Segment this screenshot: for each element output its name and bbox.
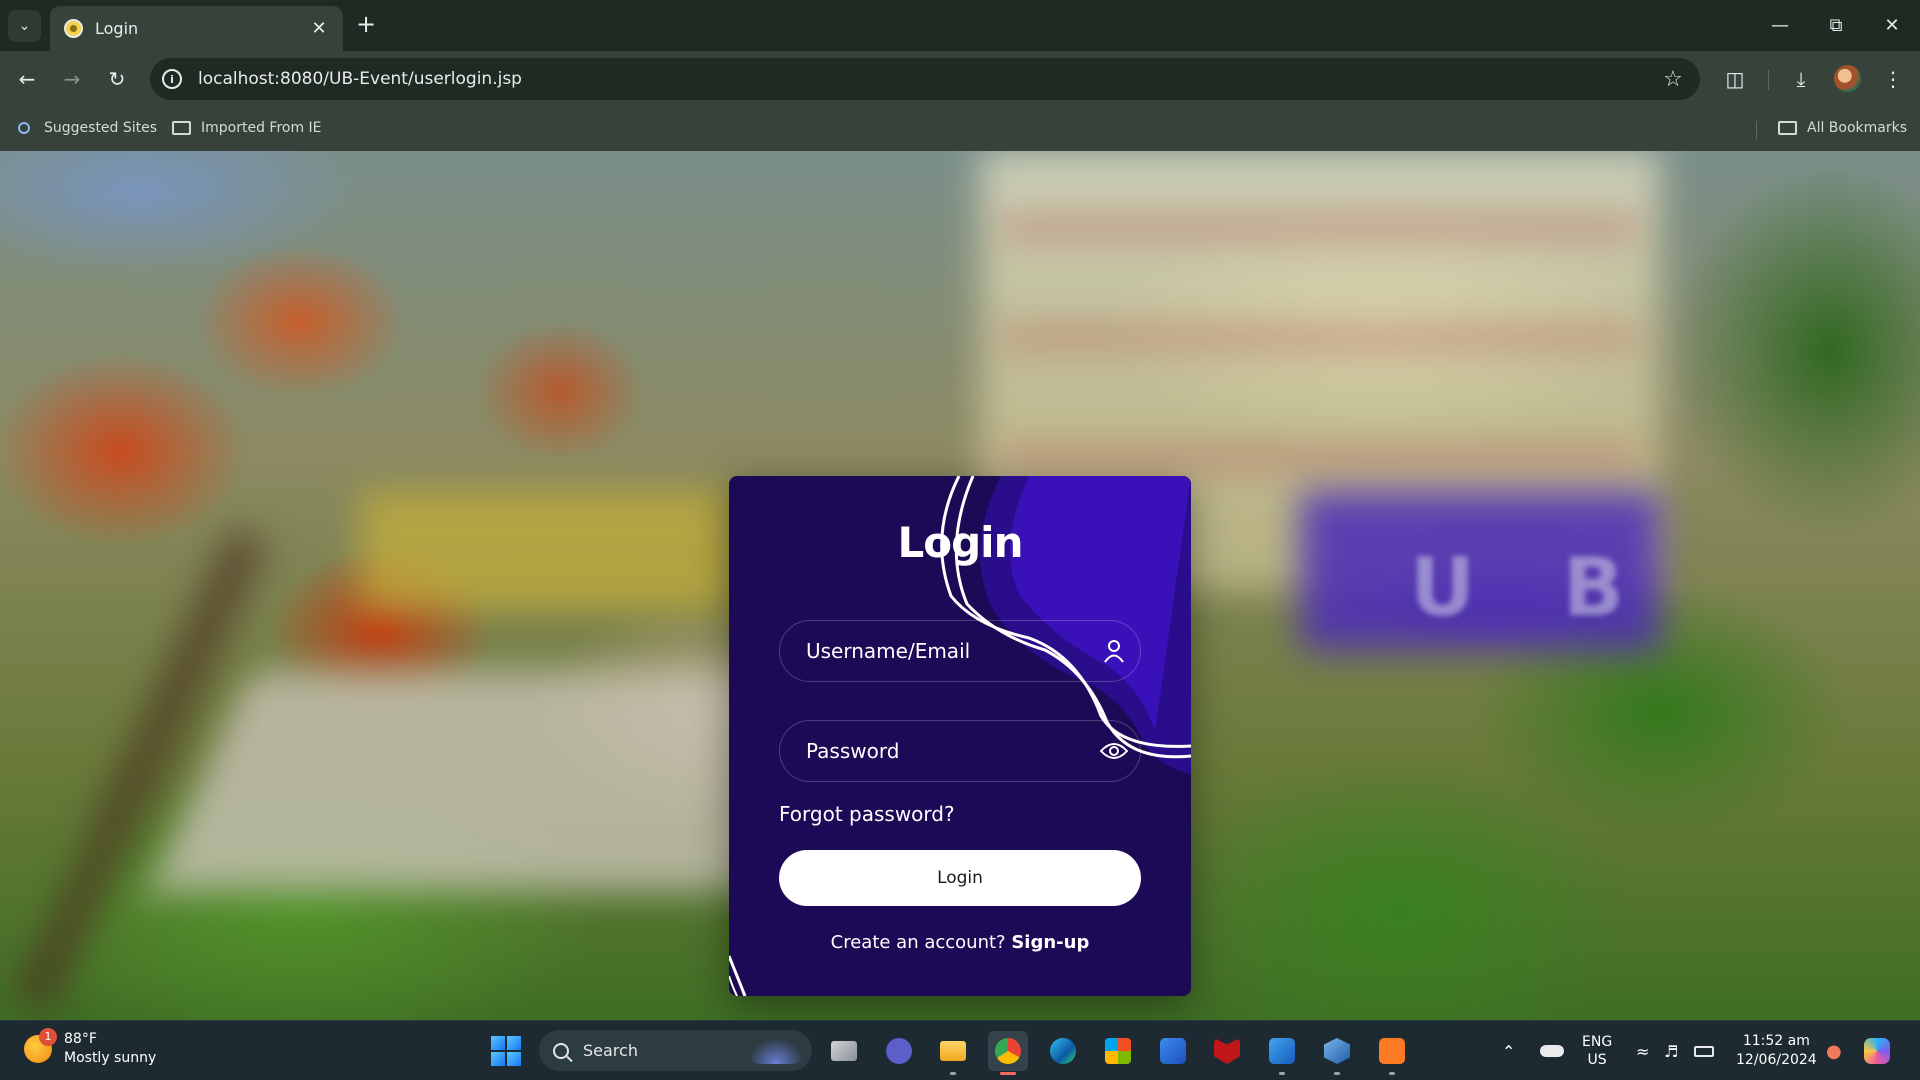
window-controls: — ⧉ ✕	[1752, 0, 1920, 51]
login-title: Login	[897, 518, 1024, 567]
site-favicon-icon	[64, 19, 83, 38]
onedrive-cloud-icon[interactable]	[1540, 1021, 1564, 1080]
close-tab-icon[interactable]: ✕	[309, 18, 329, 39]
browser-toolbar: ← → ↻ i localhost:8080/UB-Event/userlogi…	[0, 51, 1920, 107]
notification-bell-icon[interactable]: ●	[1826, 1021, 1842, 1080]
microsoft-store-icon[interactable]	[1098, 1031, 1138, 1071]
profile-avatar[interactable]	[1834, 65, 1861, 92]
chevron-down-icon: ⌄	[18, 18, 31, 34]
sun-icon: 1	[24, 1028, 57, 1063]
bookmark-imported-from-ie[interactable]: Imported From IE	[172, 117, 322, 139]
all-bookmarks-label: All Bookmarks	[1807, 120, 1908, 136]
bookmark-star-icon[interactable]: ☆	[1658, 67, 1688, 92]
background-yellow-building	[360, 491, 740, 611]
forgot-password-link[interactable]: Forgot password?	[779, 802, 955, 826]
toolbar-divider	[1768, 70, 1769, 90]
bookmarks-bar: Suggested Sites Imported From IE All Boo…	[0, 107, 1920, 151]
search-icon	[18, 122, 30, 134]
edge-icon[interactable]	[1043, 1031, 1083, 1071]
url-text[interactable]: localhost:8080/UB-Event/userlogin.jsp	[198, 69, 1658, 89]
chrome-icon[interactable]	[988, 1031, 1028, 1075]
weather-temp: 88°F	[64, 1031, 97, 1047]
username-field[interactable]: Username/Email	[779, 620, 1141, 682]
language-code: ENG	[1582, 1034, 1613, 1050]
mcafee-icon[interactable]	[1207, 1031, 1247, 1071]
login-card: Login Username/Email Password Forgot pas…	[729, 476, 1191, 996]
extensions-icon[interactable]: ◫	[1720, 64, 1750, 94]
user-icon	[1088, 639, 1140, 663]
clock-date: 12/06/2024	[1736, 1052, 1817, 1068]
bookmark-label: Suggested Sites	[44, 120, 158, 136]
password-field[interactable]: Password	[779, 720, 1141, 782]
download-icon[interactable]: ⤓	[1786, 64, 1816, 94]
folder-icon	[1778, 121, 1797, 135]
signup-prompt: Create an account?	[830, 932, 1006, 953]
taskbar-search-label: Search	[583, 1041, 638, 1060]
taskbar-search[interactable]: Search	[539, 1030, 812, 1071]
address-bar[interactable]: i localhost:8080/UB-Event/userlogin.jsp …	[150, 58, 1700, 100]
tab-search-button[interactable]: ⌄	[8, 10, 41, 42]
weather-condition: Mostly sunny	[64, 1050, 157, 1066]
taskbar: 1 88°F Mostly sunny Search ⌃ ENG US ≈ ♬ …	[0, 1020, 1920, 1080]
new-tab-button[interactable]: +	[353, 12, 379, 38]
signup-line: Create an account? Sign-up	[729, 932, 1191, 953]
background-floor-band	[1000, 221, 1640, 235]
username-input[interactable]: Username/Email	[806, 639, 1088, 663]
page-viewport: U B Login Username/Email Password Forgot…	[0, 151, 1920, 1020]
clock[interactable]: 11:52 am 12/06/2024	[1736, 1021, 1817, 1080]
background-floor-band	[1000, 451, 1640, 465]
wifi-icon[interactable]: ≈	[1636, 1021, 1649, 1080]
password-input[interactable]: Password	[806, 739, 1088, 763]
search-highlight-art	[748, 1037, 804, 1064]
battery-icon[interactable]	[1694, 1021, 1714, 1080]
show-hidden-icons-chevron-icon[interactable]: ⌃	[1502, 1021, 1515, 1080]
language-indicator[interactable]: ENG US	[1582, 1021, 1612, 1080]
login-button[interactable]: Login	[779, 850, 1141, 906]
windows-start-icon[interactable]	[491, 1036, 521, 1066]
background-floor-band	[1000, 331, 1640, 345]
search-icon	[553, 1042, 569, 1059]
file-explorer-icon[interactable]	[933, 1031, 973, 1075]
tab-login[interactable]: Login ✕	[50, 6, 343, 51]
region-code: US	[1587, 1052, 1607, 1068]
minimize-icon[interactable]: —	[1752, 0, 1808, 51]
all-bookmarks[interactable]: All Bookmarks	[1778, 117, 1907, 139]
weather-text: 88°F Mostly sunny	[64, 1030, 156, 1068]
task-view-icon[interactable]	[824, 1031, 864, 1071]
bookmark-label: Imported From IE	[201, 120, 322, 136]
bookmarks-divider	[1756, 121, 1757, 139]
meet-icon[interactable]	[879, 1031, 919, 1071]
clock-time: 11:52 am	[1742, 1033, 1810, 1049]
close-window-icon[interactable]: ✕	[1864, 0, 1920, 51]
word-icon[interactable]	[1262, 1031, 1302, 1075]
background-banner-text: U B	[1410, 541, 1654, 634]
vscode-alt-icon[interactable]	[1153, 1031, 1193, 1071]
copilot-icon[interactable]	[1864, 1021, 1890, 1080]
folder-icon	[172, 121, 191, 135]
weather-widget[interactable]: 1 88°F Mostly sunny	[24, 1028, 156, 1068]
tab-strip: ⌄ Login ✕ + — ⧉ ✕	[0, 0, 1920, 51]
eye-icon[interactable]	[1088, 742, 1140, 760]
reload-icon[interactable]: ↻	[100, 62, 134, 96]
notification-badge: 1	[39, 1028, 57, 1046]
bookmark-suggested-sites[interactable]: Suggested Sites	[18, 117, 157, 139]
virtualbox-icon[interactable]	[1317, 1031, 1357, 1075]
back-arrow-icon[interactable]: ←	[10, 62, 44, 96]
volume-icon[interactable]: ♬	[1664, 1021, 1678, 1080]
menu-kebab-icon[interactable]: ⋮	[1878, 64, 1908, 94]
signup-link[interactable]: Sign-up	[1011, 932, 1089, 953]
site-info-icon[interactable]: i	[162, 69, 182, 89]
restore-icon[interactable]: ⧉	[1808, 0, 1864, 51]
xampp-icon[interactable]	[1372, 1031, 1412, 1075]
tab-title: Login	[95, 19, 139, 38]
forward-arrow-icon[interactable]: →	[55, 62, 89, 96]
